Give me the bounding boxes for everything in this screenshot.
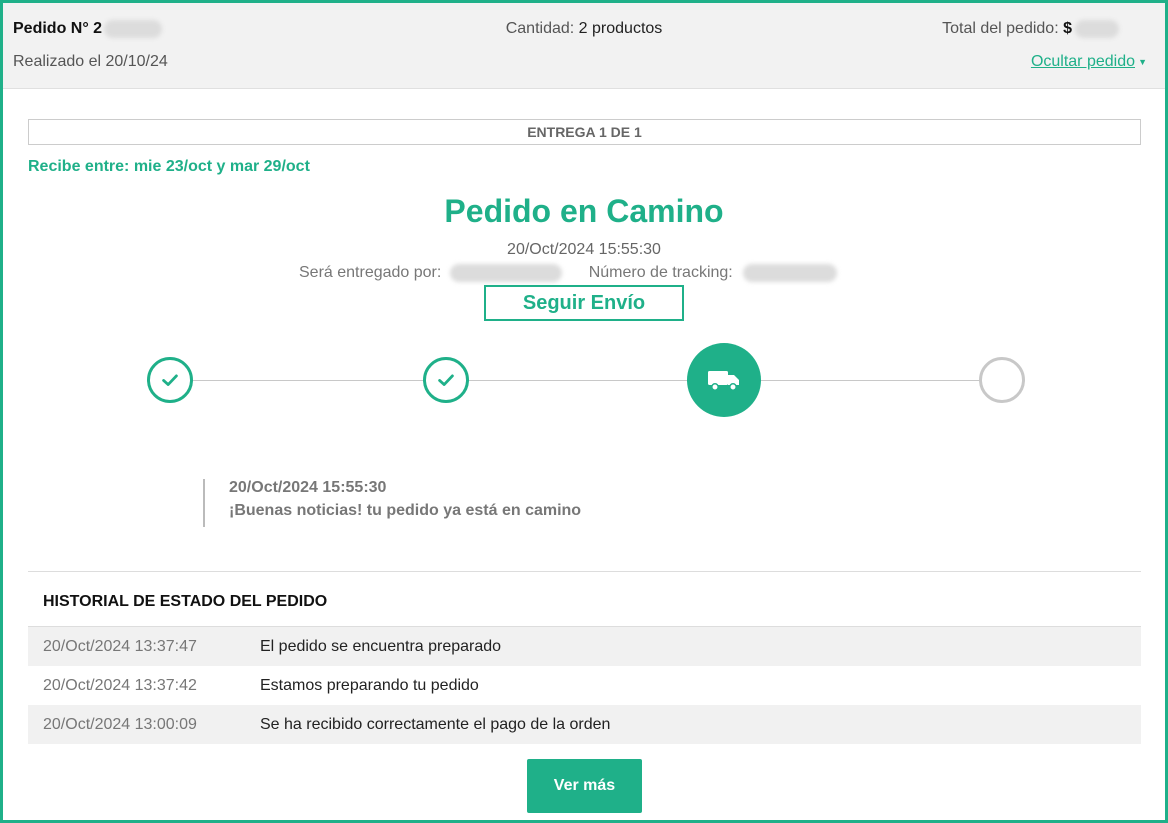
step-2-done xyxy=(423,357,469,403)
order-total-redacted xyxy=(1075,20,1119,38)
order-progress-stepper xyxy=(3,343,1165,423)
step-connector xyxy=(761,380,981,381)
history-text: Se ha recibido correctamente el pago de … xyxy=(260,715,611,733)
carrier-redacted xyxy=(449,264,562,282)
step-connector xyxy=(193,380,423,381)
history-title: HISTORIAL DE ESTADO DEL PEDIDO xyxy=(43,593,328,610)
hide-order-link[interactable]: Ocultar pedido xyxy=(1031,53,1135,71)
order-card: Pedido N° 2 Realizado el 20/10/24 Cantid… xyxy=(0,0,1168,823)
carrier-info: Será entregado por: Número de tracking: xyxy=(299,264,838,282)
truck-icon xyxy=(708,371,739,391)
history-text: El pedido se encuentra preparado xyxy=(260,637,502,655)
order-status-datetime: 20/Oct/2024 15:55:30 xyxy=(507,241,661,258)
tracking-label: Número de tracking: xyxy=(588,264,733,282)
carrier-label: Será entregado por: xyxy=(299,264,442,282)
check-icon xyxy=(438,374,454,386)
order-placed-date: Realizado el 20/10/24 xyxy=(13,53,168,70)
history-datetime: 20/Oct/2024 13:37:42 xyxy=(43,676,197,694)
chevron-down-icon[interactable]: ▼ xyxy=(1138,57,1147,67)
see-more-button[interactable]: Ver más xyxy=(527,759,642,813)
history-datetime: 20/Oct/2024 13:37:47 xyxy=(43,637,197,655)
divider xyxy=(28,571,1141,572)
table-row: 20/Oct/2024 13:37:47 El pedido se encuen… xyxy=(28,627,1141,666)
delivery-window: Recibe entre: mie 23/oct y mar 29/oct xyxy=(28,158,310,175)
order-header: Pedido N° 2 Realizado el 20/10/24 Cantid… xyxy=(3,3,1165,89)
delivery-heading: ENTREGA 1 DE 1 xyxy=(28,119,1141,145)
order-total: Total del pedido: $ xyxy=(942,20,1119,38)
table-row: 20/Oct/2024 13:37:42 Estamos preparando … xyxy=(28,666,1141,705)
tracking-number-redacted xyxy=(743,264,838,282)
latest-event: 20/Oct/2024 15:55:30 ¡Buenas noticias! t… xyxy=(203,479,581,527)
history-text: Estamos preparando tu pedido xyxy=(260,676,479,694)
latest-event-datetime: 20/Oct/2024 15:55:30 xyxy=(229,479,387,496)
latest-event-text: ¡Buenas noticias! tu pedido ya está en c… xyxy=(229,502,582,519)
step-1-done xyxy=(147,357,193,403)
step-3-current xyxy=(687,343,761,417)
history-datetime: 20/Oct/2024 13:00:09 xyxy=(43,715,197,733)
step-connector xyxy=(469,380,689,381)
track-shipment-button[interactable]: Seguir Envío xyxy=(484,285,684,321)
history-table: 20/Oct/2024 13:37:47 El pedido se encuen… xyxy=(28,626,1141,744)
table-row: 20/Oct/2024 13:00:09 Se ha recibido corr… xyxy=(28,705,1141,744)
check-icon xyxy=(162,374,178,386)
step-4-pending xyxy=(979,357,1025,403)
order-status-title: Pedido en Camino xyxy=(444,193,724,229)
